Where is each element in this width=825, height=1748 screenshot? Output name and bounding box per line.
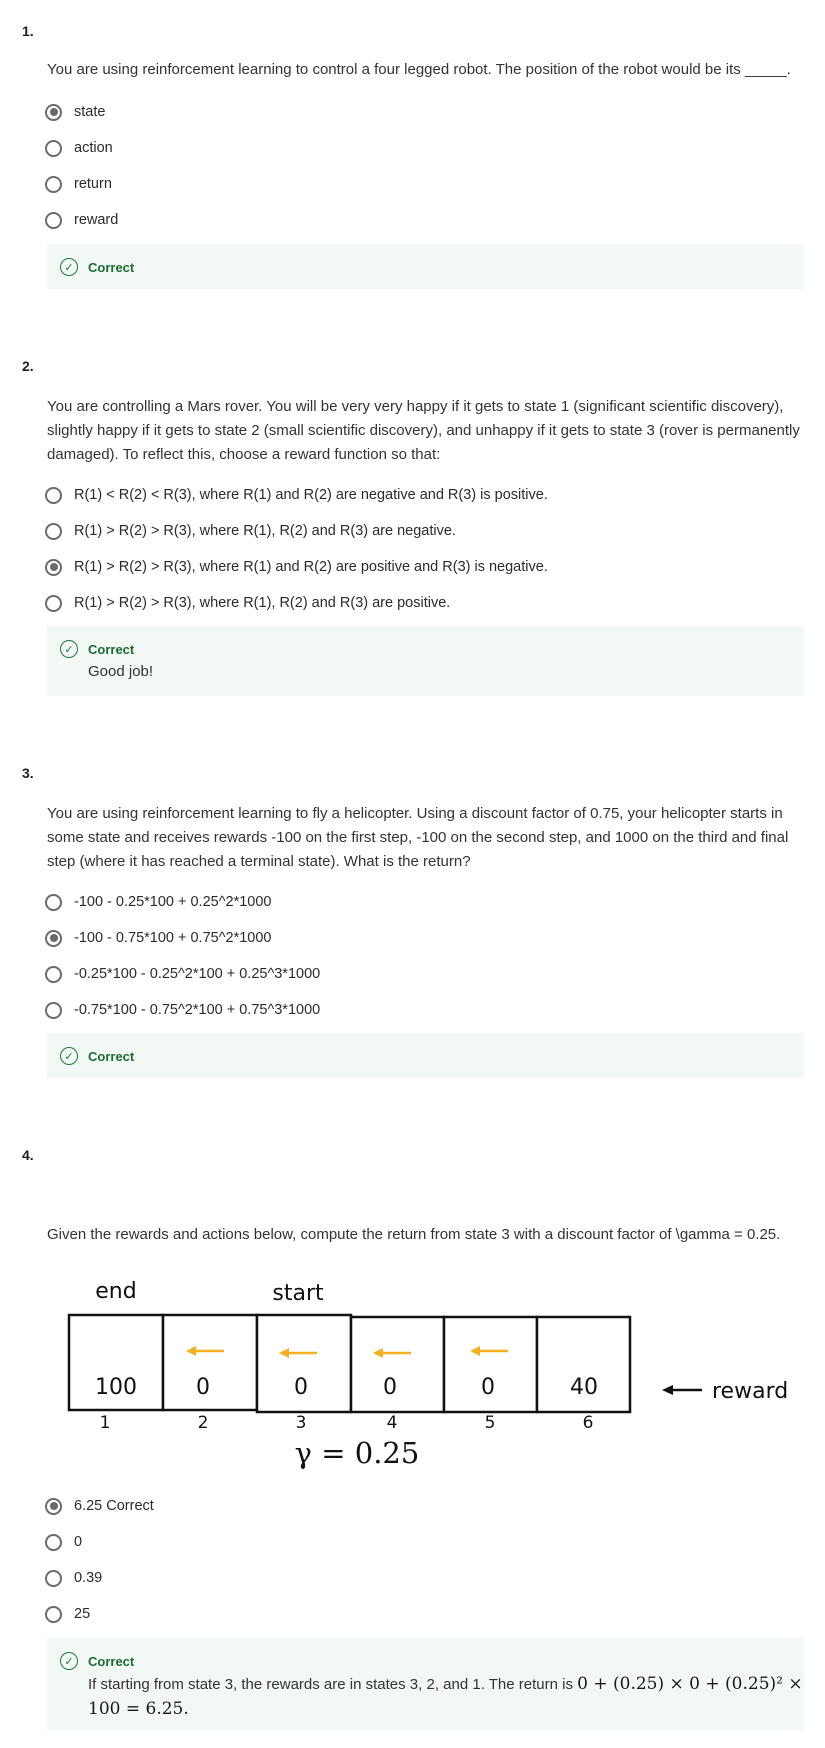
feedback-text: If starting from state 3, the rewards ar… <box>88 1672 804 1722</box>
option-b[interactable]: 0 <box>45 1524 154 1560</box>
option-a[interactable]: R(1) < R(2) < R(3), where R(1) and R(2) … <box>45 477 548 513</box>
feedback-text: Good job! <box>88 663 154 680</box>
option-label: R(1) > R(2) > R(3), where R(1), R(2) and… <box>74 595 451 611</box>
mdp-diagram: end start 100 0 0 0 0 40 reward 1 2 3 4 … <box>67 1279 788 1470</box>
radio-button-selected[interactable] <box>45 103 62 121</box>
option-label: -0.75*100 - 0.75^2*100 + 0.75^3*1000 <box>74 1002 321 1018</box>
radio-button[interactable] <box>45 1569 62 1587</box>
radio-button[interactable] <box>45 893 62 911</box>
option-label: 6.25 Correct <box>74 1498 154 1514</box>
reward-value: 100 <box>95 1375 137 1400</box>
feedback-math: 0 + (0.25) × 0 + (0.25)² × <box>577 1674 803 1694</box>
radio-button[interactable] <box>45 1533 62 1551</box>
option-b[interactable]: R(1) > R(2) > R(3), where R(1), R(2) and… <box>45 513 548 549</box>
check-circle-icon: ✓ <box>60 640 78 658</box>
state-number: 1 <box>100 1413 111 1433</box>
radio-button[interactable] <box>45 965 62 983</box>
option-c[interactable]: 0.39 <box>45 1560 154 1596</box>
check-circle-icon: ✓ <box>60 1047 78 1065</box>
question-number: 1. <box>22 23 34 39</box>
option-label: -100 - 0.25*100 + 0.25^2*1000 <box>74 894 272 910</box>
option-action[interactable]: action <box>45 130 118 166</box>
state-number: 5 <box>485 1413 496 1433</box>
option-d[interactable]: -0.75*100 - 0.75^2*100 + 0.75^3*1000 <box>45 992 320 1028</box>
reward-value: 0 <box>383 1375 397 1400</box>
options-group: 6.25 Correct 0 0.39 25 <box>45 1488 154 1632</box>
state-number: 4 <box>387 1413 398 1433</box>
state-number: 6 <box>583 1413 594 1433</box>
end-label: end <box>95 1279 136 1304</box>
option-label: -0.25*100 - 0.25^2*100 + 0.25^3*1000 <box>74 966 321 982</box>
check-circle-icon: ✓ <box>60 258 78 276</box>
feedback-correct: ✓ Correct If starting from state 3, the r… <box>47 1638 804 1730</box>
radio-button-selected[interactable] <box>45 1497 62 1515</box>
question-text: You are controlling a Mars rover. You wi… <box>47 398 800 463</box>
question-text: You are using reinforcement learning to … <box>47 805 789 870</box>
question-number: 3. <box>22 765 34 781</box>
option-label: -100 - 0.75*100 + 0.75^2*1000 <box>74 930 272 946</box>
feedback-math: 100 = 6.25. <box>88 1699 189 1719</box>
option-label: 0 <box>74 1534 83 1550</box>
option-label: R(1) > R(2) > R(3), where R(1), R(2) and… <box>74 523 456 539</box>
option-a[interactable]: 6.25 Correct <box>45 1488 154 1524</box>
state-number: 2 <box>198 1413 209 1433</box>
option-a[interactable]: -100 - 0.25*100 + 0.25^2*1000 <box>45 884 320 920</box>
option-label: reward <box>74 212 119 228</box>
option-label: R(1) > R(2) > R(3), where R(1) and R(2) … <box>74 559 548 575</box>
radio-button-selected[interactable] <box>45 929 62 947</box>
feedback-title: Correct <box>88 259 135 275</box>
reward-arrow-icon <box>662 1385 702 1395</box>
option-label: R(1) < R(2) < R(3), where R(1) and R(2) … <box>74 487 548 503</box>
reward-value: 40 <box>570 1375 598 1400</box>
option-label: action <box>74 140 113 156</box>
reward-value: 0 <box>481 1375 495 1400</box>
radio-button[interactable] <box>45 175 62 193</box>
option-b[interactable]: -100 - 0.75*100 + 0.75^2*1000 <box>45 920 320 956</box>
option-d[interactable]: R(1) > R(2) > R(3), where R(1), R(2) and… <box>45 585 548 621</box>
option-c[interactable]: R(1) > R(2) > R(3), where R(1) and R(2) … <box>45 549 548 585</box>
reward-value: 0 <box>294 1375 308 1400</box>
radio-button[interactable] <box>45 139 62 157</box>
reward-value: 0 <box>196 1375 210 1400</box>
feedback-text-prefix: If starting from state 3, the rewards ar… <box>88 1676 578 1693</box>
radio-button[interactable] <box>45 1001 62 1019</box>
option-c[interactable]: -0.25*100 - 0.25^2*100 + 0.25^3*1000 <box>45 956 320 992</box>
option-label: state <box>74 104 106 120</box>
state-box <box>349 1315 446 1414</box>
state-number: 3 <box>296 1413 307 1433</box>
feedback-title: Correct <box>88 1653 135 1669</box>
question-number: 2. <box>22 358 34 374</box>
feedback-correct: ✓ Correct <box>47 244 804 289</box>
option-label: 25 <box>74 1606 91 1622</box>
option-d[interactable]: 25 <box>45 1596 154 1632</box>
state-box <box>161 1313 259 1412</box>
question-text: You are using reinforcement learning to … <box>47 61 791 78</box>
radio-button-selected[interactable] <box>45 558 62 576</box>
options-group: R(1) < R(2) < R(3), where R(1) and R(2) … <box>45 477 548 621</box>
radio-button[interactable] <box>45 522 62 540</box>
options-group: -100 - 0.25*100 + 0.25^2*1000 -100 - 0.7… <box>45 884 320 1028</box>
reward-label: reward <box>712 1379 788 1404</box>
question-text: Given the rewards and actions below, com… <box>47 1226 781 1243</box>
check-circle-icon: ✓ <box>60 1652 78 1670</box>
start-label: start <box>272 1281 324 1306</box>
feedback-correct: ✓ Correct <box>47 1033 804 1078</box>
option-return[interactable]: return <box>45 166 118 202</box>
options-group: state action return reward <box>45 94 118 238</box>
feedback-title: Correct <box>88 1048 135 1064</box>
feedback-title: Correct <box>88 641 135 657</box>
radio-button[interactable] <box>45 211 62 229</box>
option-reward[interactable]: reward <box>45 202 118 238</box>
option-state[interactable]: state <box>45 94 118 130</box>
option-label: return <box>74 176 112 192</box>
radio-button[interactable] <box>45 1605 62 1623</box>
option-label: 0.39 <box>74 1570 103 1586</box>
question-number: 4. <box>22 1147 34 1163</box>
gamma-label: γ = 0.25 <box>295 1436 420 1470</box>
radio-button[interactable] <box>45 594 62 612</box>
feedback-correct: ✓ Correct Good job! <box>47 626 804 696</box>
radio-button[interactable] <box>45 486 62 504</box>
